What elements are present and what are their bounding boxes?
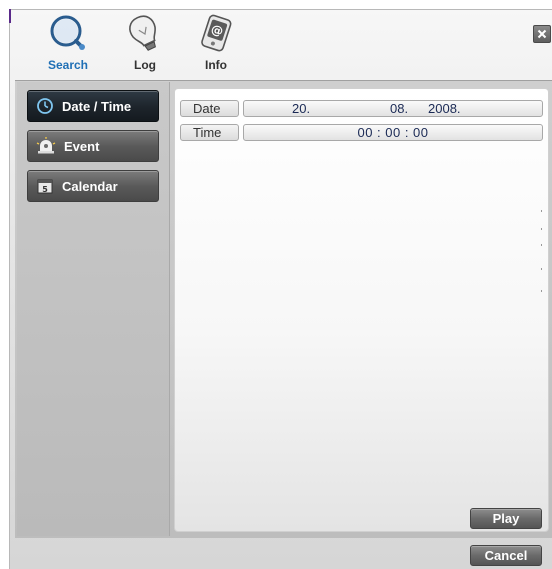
time-label: Time bbox=[180, 124, 239, 141]
play-button[interactable]: Play bbox=[470, 508, 542, 529]
sidebar-item-date-time[interactable]: Date / Time bbox=[27, 90, 159, 122]
cancel-button[interactable]: Cancel bbox=[470, 545, 542, 566]
tab-search-label: Search bbox=[47, 58, 89, 72]
sidebar-item-event[interactable]: Event bbox=[27, 130, 159, 162]
sidebar-item-label: Calendar bbox=[62, 178, 118, 194]
lightbulb-icon bbox=[129, 15, 156, 51]
content-panel bbox=[174, 88, 549, 532]
tab-info[interactable]: @ Info bbox=[188, 10, 244, 72]
alarm-icon bbox=[36, 137, 56, 155]
date-month: 08. bbox=[390, 101, 409, 116]
clock-icon bbox=[36, 97, 54, 115]
svg-text:5: 5 bbox=[42, 185, 48, 194]
info-device-icon: @ bbox=[201, 14, 232, 52]
sidebar-item-label: Event bbox=[64, 138, 100, 154]
scroll-indicator bbox=[541, 210, 543, 310]
tab-search[interactable]: Search bbox=[40, 10, 96, 72]
date-day: 20. bbox=[292, 101, 311, 116]
tab-log-label: Log bbox=[134, 58, 156, 72]
date-year: 2008. bbox=[428, 101, 461, 116]
tab-log[interactable]: Log bbox=[117, 10, 173, 72]
close-button[interactable] bbox=[533, 25, 551, 43]
date-label: Date bbox=[180, 100, 239, 117]
search-icon bbox=[50, 15, 85, 50]
window-edge-accent bbox=[9, 9, 11, 23]
date-field[interactable]: 20. 08. 2008. bbox=[243, 100, 543, 117]
close-icon bbox=[537, 29, 547, 39]
time-field[interactable]: 00 : 00 : 00 bbox=[243, 124, 543, 141]
calendar-icon: 5 bbox=[36, 177, 54, 195]
sidebar-item-label: Date / Time bbox=[62, 98, 132, 114]
tab-info-label: Info bbox=[205, 58, 227, 72]
time-value: 00 : 00 : 00 bbox=[357, 125, 429, 140]
sidebar-item-calendar[interactable]: 5 Calendar bbox=[27, 170, 159, 202]
